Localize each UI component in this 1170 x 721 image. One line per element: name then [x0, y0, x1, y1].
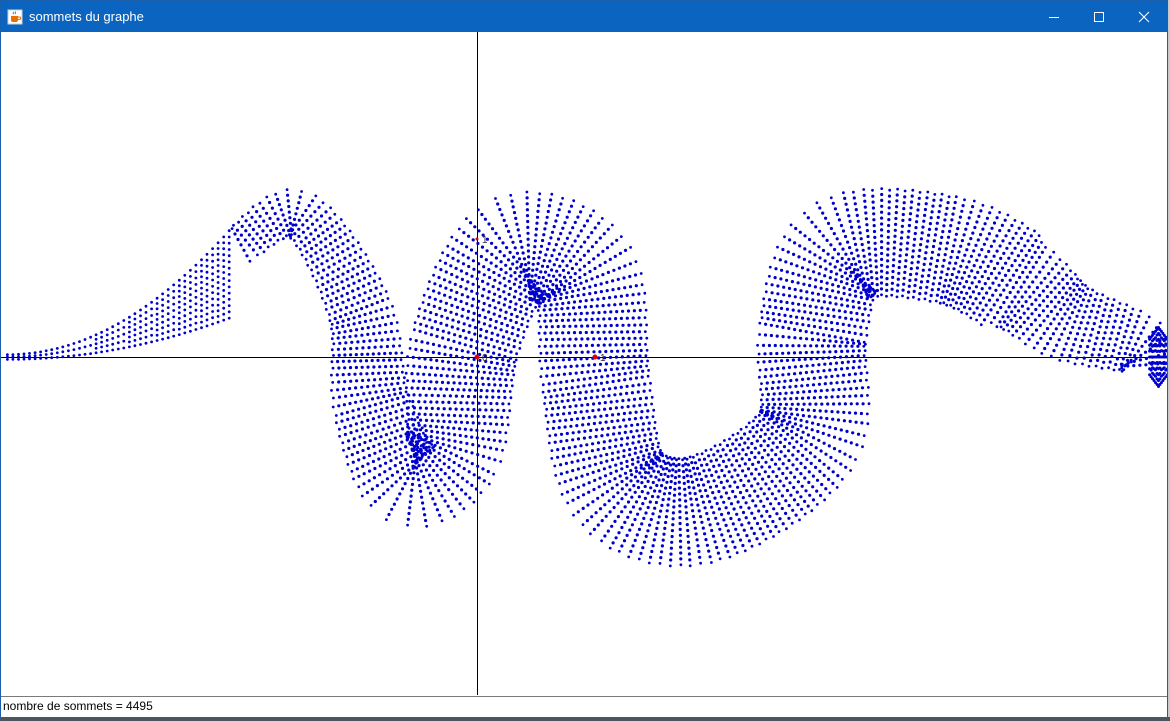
title-bar[interactable]: sommets du graphe: [1, 1, 1167, 32]
app-window: sommets du graphe 0 1 1 nombre de sommet…: [0, 0, 1168, 717]
taskbar-edge: [0, 717, 1170, 721]
unit-x-marker: [592, 354, 598, 360]
graph-plot: 0 1 1: [1, 32, 1167, 695]
java-cup-icon: [7, 9, 23, 25]
minimize-button[interactable]: [1031, 1, 1077, 32]
graph-canvas[interactable]: 0 1 1: [1, 32, 1167, 695]
close-button[interactable]: [1121, 1, 1167, 32]
vertex-cloud: [6, 187, 1167, 568]
unit-y-marker: [475, 237, 479, 241]
maximize-icon: [1094, 11, 1104, 22]
unit-y-label: 1: [482, 235, 488, 246]
window-title: sommets du graphe: [29, 9, 144, 24]
origin-label: 0: [482, 353, 488, 364]
maximize-button[interactable]: [1076, 1, 1122, 32]
minimize-icon: [1049, 16, 1059, 18]
origin-marker: [474, 354, 480, 360]
vertex-count-field[interactable]: nombre de sommets = 4495: [1, 696, 1167, 717]
close-icon: [1138, 11, 1150, 22]
unit-x-label: 1: [600, 353, 606, 364]
